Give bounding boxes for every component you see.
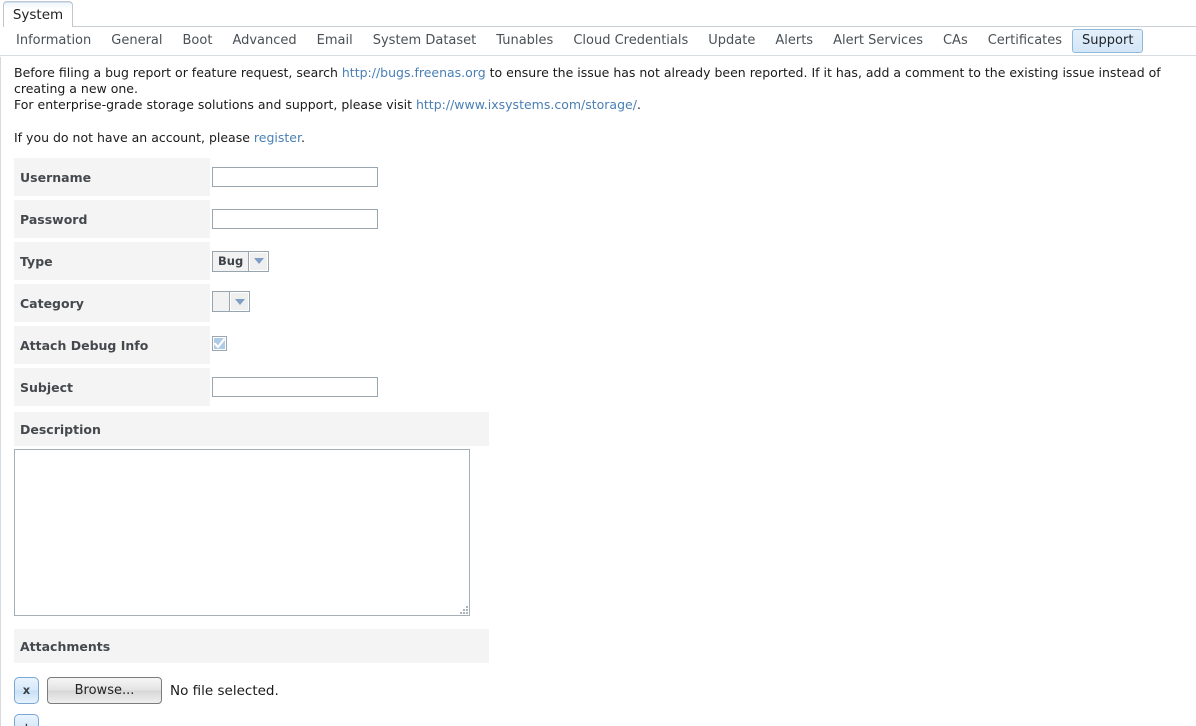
nav-item-advanced[interactable]: Advanced — [222, 29, 306, 53]
nav-item-system-dataset[interactable]: System Dataset — [363, 29, 487, 53]
support-form-table: Username Password Type Bug — [14, 158, 489, 406]
description-section-header: Description — [14, 412, 489, 446]
form-row-attach-debug: Attach Debug Info — [14, 326, 489, 364]
field-username — [210, 158, 489, 196]
label-attach-debug-info: Attach Debug Info — [14, 326, 210, 364]
password-input[interactable] — [212, 209, 378, 229]
nav-item-information[interactable]: Information — [6, 29, 101, 53]
intro-part-4: . — [637, 97, 641, 112]
form-row-username: Username — [14, 158, 489, 196]
label-type: Type — [14, 242, 210, 280]
window-tab-strip: System — [0, 0, 1196, 27]
category-select-value — [213, 292, 229, 311]
form-row-subject: Subject — [14, 368, 489, 406]
attach-debug-checkbox[interactable] — [212, 336, 227, 351]
nav-item-tunables[interactable]: Tunables — [486, 29, 563, 53]
field-subject — [210, 368, 489, 406]
nav-item-cas[interactable]: CAs — [933, 29, 978, 53]
attachments-label: Attachments — [20, 639, 110, 654]
form-row-password: Password — [14, 200, 489, 238]
nav-item-cloud-credentials[interactable]: Cloud Credentials — [563, 29, 698, 53]
attachments-section-header: Attachments — [14, 629, 489, 663]
category-select[interactable] — [212, 291, 250, 312]
description-label: Description — [20, 422, 101, 437]
label-subject: Subject — [14, 368, 210, 406]
label-category: Category — [14, 284, 210, 322]
ixsystems-storage-link[interactable]: http://www.ixsystems.com/storage/ — [416, 97, 637, 112]
field-category — [210, 284, 489, 322]
file-selection-status: No file selected. — [170, 683, 279, 699]
field-type: Bug — [210, 242, 489, 280]
intro-part-1: Before filing a bug report or feature re… — [14, 65, 342, 80]
support-page: System InformationGeneralBootAdvancedEma… — [0, 0, 1196, 726]
username-input[interactable] — [212, 167, 378, 187]
register-link[interactable]: register — [254, 130, 301, 145]
nav-item-email[interactable]: Email — [307, 29, 363, 53]
chevron-down-icon[interactable] — [229, 292, 249, 311]
browse-file-button[interactable]: Browse... — [47, 677, 162, 704]
nav-item-general[interactable]: General — [101, 29, 172, 53]
nav-item-support[interactable]: Support — [1072, 29, 1143, 53]
description-wrapper — [14, 449, 470, 616]
register-suffix: . — [301, 130, 305, 145]
add-attachment-row: + — [0, 704, 1196, 726]
register-prefix: If you do not have an account, please — [14, 130, 254, 145]
field-attach-debug — [210, 326, 489, 364]
window-tab-system[interactable]: System — [3, 1, 73, 27]
remove-attachment-button[interactable]: x — [14, 677, 39, 704]
register-line: If you do not have an account, please re… — [14, 130, 1196, 146]
system-nav-bar: InformationGeneralBootAdvancedEmailSyste… — [0, 27, 1196, 56]
checkmark-icon — [213, 337, 226, 350]
label-username: Username — [14, 158, 210, 196]
bug-tracker-link[interactable]: http://bugs.freenas.org — [342, 65, 486, 80]
intro-text: Before filing a bug report or feature re… — [14, 65, 1194, 113]
form-row-type: Type Bug — [14, 242, 489, 280]
type-select-value: Bug — [213, 252, 248, 271]
nav-item-alerts[interactable]: Alerts — [765, 29, 823, 53]
form-row-category: Category — [14, 284, 489, 322]
label-password: Password — [14, 200, 210, 238]
chevron-down-icon[interactable] — [248, 252, 268, 271]
description-textarea[interactable] — [14, 449, 470, 616]
intro-part-3: For enterprise-grade storage solutions a… — [14, 97, 416, 112]
type-select[interactable]: Bug — [212, 251, 269, 272]
page-left-border — [0, 57, 1, 726]
window-tab-label: System — [13, 7, 63, 23]
nav-item-boot[interactable]: Boot — [173, 29, 223, 53]
attachment-row: x Browse... No file selected. — [14, 677, 1196, 704]
nav-item-alert-services[interactable]: Alert Services — [823, 29, 933, 53]
nav-item-certificates[interactable]: Certificates — [978, 29, 1072, 53]
nav-item-update[interactable]: Update — [698, 29, 765, 53]
subject-input[interactable] — [212, 377, 378, 397]
field-password — [210, 200, 489, 238]
add-attachment-button[interactable]: + — [14, 714, 39, 726]
